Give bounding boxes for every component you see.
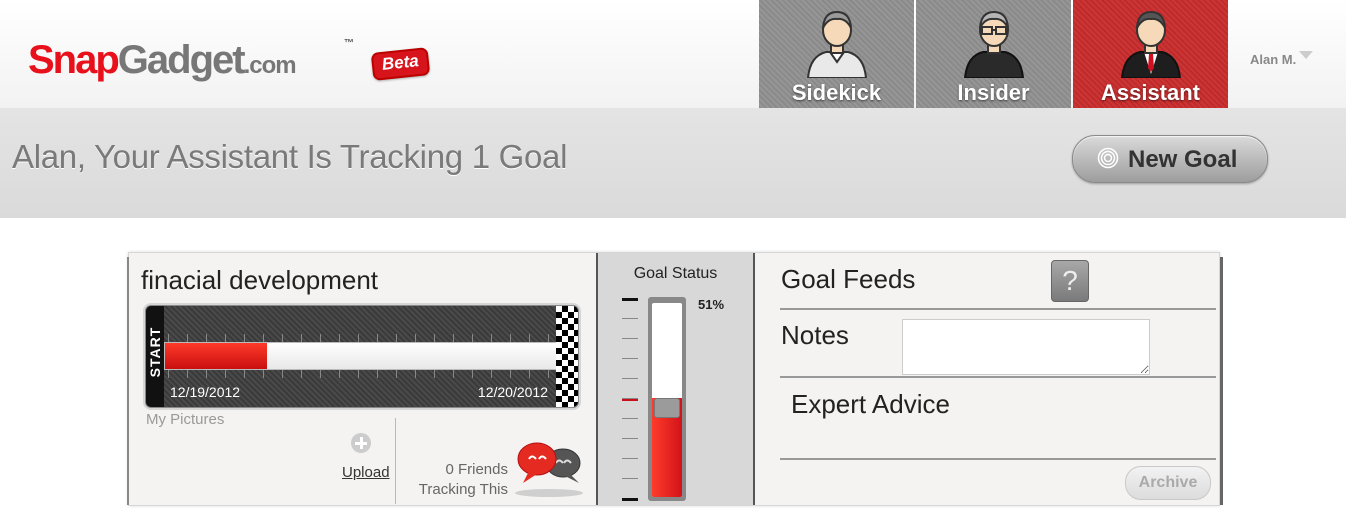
beta-badge: Beta: [370, 47, 431, 81]
friends-tracking: 0 Friends Tracking This: [406, 460, 508, 500]
goal-name[interactable]: finacial development: [141, 265, 378, 296]
gauge-marker: [622, 399, 638, 401]
progress-ticks-bottom: [168, 370, 552, 378]
notes-label: Notes: [781, 320, 849, 350]
tab-assistant[interactable]: Assistant: [1073, 0, 1228, 108]
progress-bar-fill: [165, 343, 267, 369]
tab-insider-label: Insider: [957, 80, 1030, 105]
divider: [780, 458, 1216, 460]
divider: [395, 418, 396, 504]
friends-tracking-label: Tracking This: [418, 481, 508, 498]
gauge-tick: [622, 358, 638, 359]
start-flag: START: [146, 306, 164, 407]
sidekick-avatar-icon: [804, 8, 870, 79]
new-goal-label: New Goal: [1128, 146, 1238, 173]
goal-card: finacial development START 12/19/2012 12…: [127, 252, 1223, 506]
goal-status-title: Goal Status: [633, 265, 718, 282]
user-name: Alan M.: [1250, 52, 1297, 67]
new-goal-button[interactable]: New Goal: [1072, 135, 1268, 183]
goal-feeds-title: Goal Feeds: [781, 264, 916, 294]
gauge-tick: [622, 478, 638, 479]
gauge-tick: [622, 418, 638, 419]
goal-progress-track: START 12/19/2012 12/20/2012: [145, 305, 579, 408]
target-icon: [1097, 147, 1119, 169]
chevron-down-icon: [1299, 51, 1314, 59]
gauge-tick: [622, 298, 638, 301]
my-pictures-label: My Pictures: [146, 411, 225, 428]
friends-count: 0 Friends: [445, 461, 508, 478]
logo-part-com: .com: [243, 52, 297, 79]
gauge-tick: [622, 338, 638, 339]
gauge-ticks: [622, 298, 642, 501]
checkered-flag-icon: [556, 306, 578, 407]
chat-bubbles-icon[interactable]: [509, 439, 587, 499]
trademark-mark: ™: [344, 38, 354, 49]
progress-bar: [164, 342, 558, 370]
gauge-tick: [622, 498, 638, 501]
site-header: Snap Gadget .com ™ Beta Sidekick Insider…: [0, 0, 1346, 108]
gauge-tick: [622, 378, 638, 379]
tab-insider[interactable]: Insider: [916, 0, 1071, 108]
end-date: 12/20/2012: [477, 384, 548, 400]
logo-part-snap: Snap: [28, 38, 120, 82]
divider: [780, 308, 1216, 310]
insider-avatar-icon: [961, 8, 1027, 79]
assistant-avatar-icon: [1118, 8, 1184, 79]
tab-sidekick[interactable]: Sidekick: [759, 0, 914, 108]
status-percent: 51%: [698, 297, 725, 312]
snapgadget-logo[interactable]: Snap Gadget .com ™ Beta: [28, 36, 431, 92]
user-menu[interactable]: Alan M.: [1250, 51, 1314, 67]
archive-button[interactable]: Archive: [1125, 466, 1211, 500]
logo-part-gadget: Gadget: [117, 38, 246, 82]
tab-sidekick-label: Sidekick: [791, 80, 882, 105]
plus-icon[interactable]: [351, 433, 371, 453]
status-gauge: [652, 303, 682, 497]
goal-status-panel: Goal Status 51%: [596, 253, 755, 505]
gauge-tick: [622, 458, 638, 459]
page-title: Alan, Your Assistant Is Tracking 1 Goal: [12, 138, 568, 175]
divider: [780, 376, 1216, 378]
progress-ticks-top: [168, 334, 552, 342]
tab-assistant-label: Assistant: [1100, 80, 1201, 105]
notes-input[interactable]: [902, 319, 1150, 375]
expert-advice-label[interactable]: Expert Advice: [791, 389, 950, 420]
start-label: START: [147, 326, 163, 378]
gauge-tick: [622, 438, 638, 439]
upload-link[interactable]: Upload: [342, 464, 390, 481]
start-date: 12/19/2012: [170, 384, 241, 400]
help-button[interactable]: ?: [1051, 260, 1089, 302]
gauge-tick: [622, 318, 638, 319]
gauge-slider-handle[interactable]: [654, 398, 680, 418]
